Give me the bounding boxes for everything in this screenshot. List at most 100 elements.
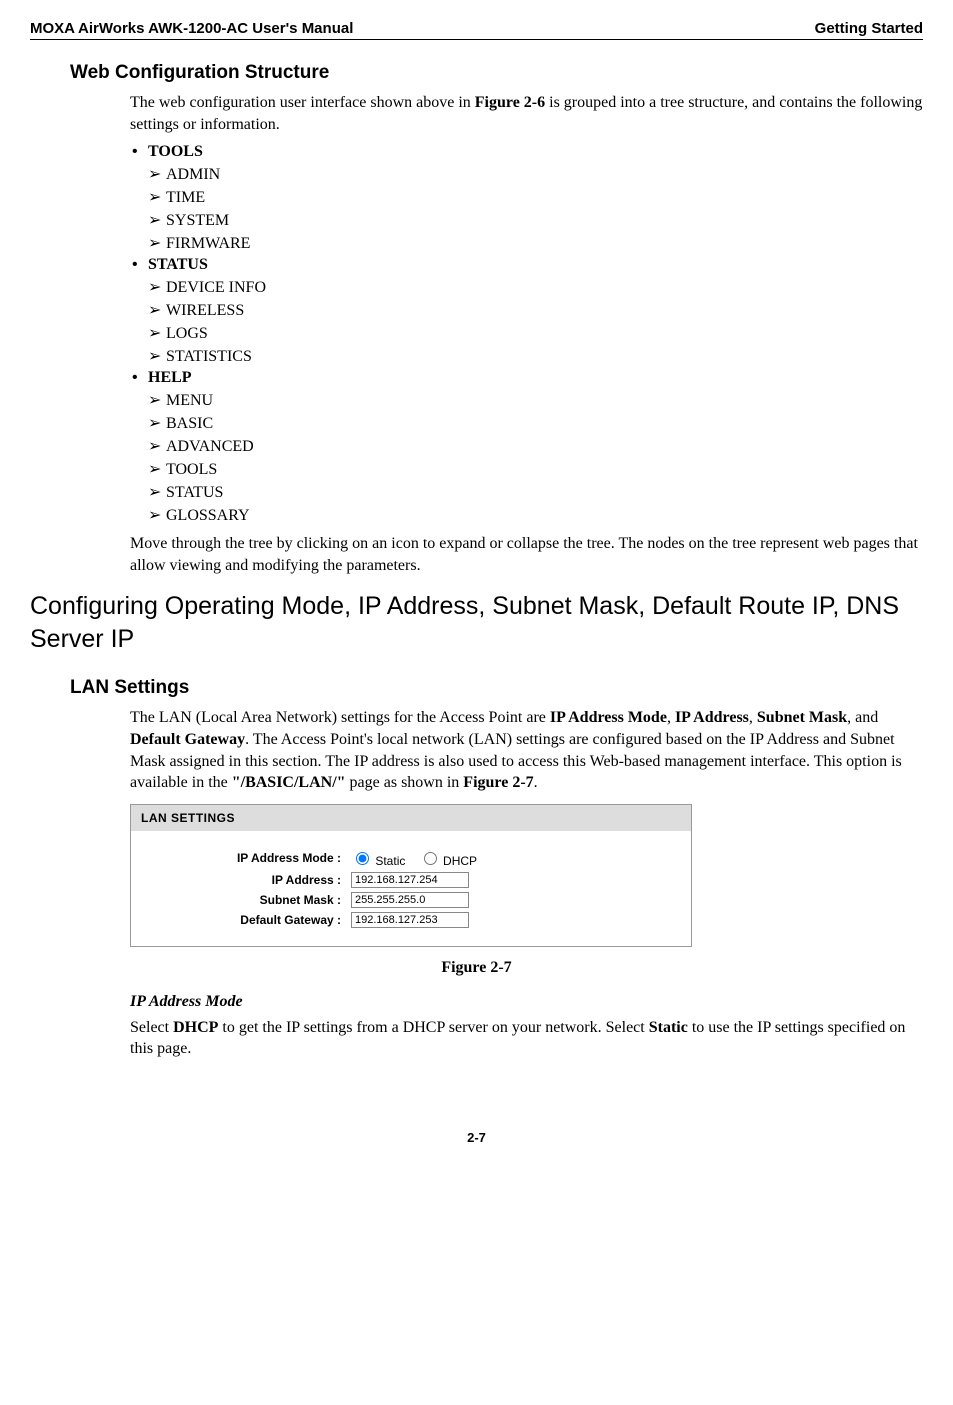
value-ip-address-mode: Static DHCP [351,849,487,868]
row-subnet-mask: Subnet Mask : [171,892,671,908]
chevron-right-icon: ➢ [148,277,166,297]
chevron-right-icon: ➢ [148,300,166,320]
term-default-gateway: Default Gateway [130,731,245,748]
radio-static[interactable] [356,852,369,865]
tree-item-label: FIRMWARE [166,235,250,252]
term-static: Static [649,1019,688,1036]
chevron-right-icon: ➢ [148,505,166,525]
lan-settings-title: LAN SETTINGS [131,805,691,831]
row-ip-address: IP Address : [171,872,671,888]
heading-configuring: Configuring Operating Mode, IP Address, … [30,590,923,655]
label-ip-address: IP Address : [171,873,351,887]
row-default-gateway: Default Gateway : [171,912,671,928]
tree-item: ➢FIRMWARE [148,233,923,253]
figure-caption: Figure 2-7 [30,959,923,977]
figure-ref: Figure 2-6 [475,94,545,111]
tree-item-label: GLOSSARY [166,507,250,524]
text: The LAN (Local Area Network) settings fo… [130,709,550,726]
tree-item: ➢LOGS [148,323,923,343]
chevron-right-icon: ➢ [148,164,166,184]
tree-group-label: HELP [148,369,192,386]
lan-settings-figure: LAN SETTINGS IP Address Mode : Static DH… [130,804,692,947]
tree-group: •STATUS➢DEVICE INFO➢WIRELESS➢LOGS➢STATIS… [130,256,923,366]
tree-item: ➢MENU [148,390,923,410]
tree-item-label: DEVICE INFO [166,279,266,296]
tree-group-label: STATUS [148,256,208,273]
label-subnet-mask: Subnet Mask : [171,893,351,907]
text: , [749,709,757,726]
chevron-right-icon: ➢ [148,390,166,410]
bullet-icon: • [130,256,148,274]
text: to get the IP settings from a DHCP serve… [218,1019,648,1036]
tree-group: •HELP➢MENU➢BASIC➢ADVANCED➢TOOLS➢STATUS➢G… [130,369,923,525]
text: Select [130,1019,173,1036]
tree-item: ➢WIRELESS [148,300,923,320]
page-number: 2-7 [30,1130,923,1145]
chevron-right-icon: ➢ [148,436,166,456]
text: , and [847,709,878,726]
text: . [534,774,538,791]
tree-item: ➢STATUS [148,482,923,502]
text: The web configuration user interface sho… [130,94,475,111]
text: , [667,709,675,726]
chevron-right-icon: ➢ [148,233,166,253]
tree-sublist: ➢MENU➢BASIC➢ADVANCED➢TOOLS➢STATUS➢GLOSSA… [148,390,923,525]
chevron-right-icon: ➢ [148,346,166,366]
chevron-right-icon: ➢ [148,459,166,479]
config-tree: •TOOLS➢ADMIN➢TIME➢SYSTEM➢FIRMWARE•STATUS… [130,143,923,525]
radio-static-text: Static [375,854,405,868]
tree-item: ➢TIME [148,187,923,207]
tree-item: ➢STATISTICS [148,346,923,366]
tree-item-label: BASIC [166,415,213,432]
tree-group: •TOOLS➢ADMIN➢TIME➢SYSTEM➢FIRMWARE [130,143,923,253]
chevron-right-icon: ➢ [148,482,166,502]
bullet-icon: • [130,143,148,161]
tree-item: ➢TOOLS [148,459,923,479]
tree-item: ➢ADVANCED [148,436,923,456]
label-default-gateway: Default Gateway : [171,913,351,927]
tree-item: ➢ADMIN [148,164,923,184]
input-default-gateway[interactable] [351,912,469,928]
tree-item: ➢SYSTEM [148,210,923,230]
tree-item: ➢GLOSSARY [148,505,923,525]
term-ip-address: IP Address [675,709,749,726]
paragraph-lan-desc: The LAN (Local Area Network) settings fo… [130,707,923,793]
tree-group-label: TOOLS [148,143,203,160]
tree-item: ➢DEVICE INFO [148,277,923,297]
input-ip-address[interactable] [351,872,469,888]
heading-web-config-structure: Web Configuration Structure [70,62,923,84]
paragraph-intro: The web configuration user interface sho… [130,92,923,135]
subheading-ip-address-mode: IP Address Mode [130,993,923,1011]
tree-item-label: WIRELESS [166,302,244,319]
tree-sublist: ➢ADMIN➢TIME➢SYSTEM➢FIRMWARE [148,164,923,253]
chevron-right-icon: ➢ [148,187,166,207]
tree-item-label: TIME [166,189,205,206]
radio-dhcp-label[interactable]: DHCP [419,854,477,868]
tree-item-label: STATUS [166,484,223,501]
row-ip-address-mode: IP Address Mode : Static DHCP [171,849,671,868]
chevron-right-icon: ➢ [148,323,166,343]
header-right: Getting Started [815,20,923,37]
term-ip-address-mode: IP Address Mode [550,709,667,726]
radio-dhcp[interactable] [424,852,437,865]
tree-item-label: ADMIN [166,166,220,183]
page-header: MOXA AirWorks AWK-1200-AC User's Manual … [30,20,923,40]
tree-item-label: LOGS [166,325,208,342]
term-subnet-mask: Subnet Mask [757,709,847,726]
figure-ref: Figure 2-7 [463,774,533,791]
term-dhcp: DHCP [173,1019,218,1036]
radio-dhcp-text: DHCP [443,854,477,868]
tree-item-label: ADVANCED [166,438,254,455]
radio-static-label[interactable]: Static [351,854,405,868]
text: page as shown in [346,774,464,791]
tree-item-label: TOOLS [166,461,217,478]
tree-item: ➢BASIC [148,413,923,433]
tree-item-label: STATISTICS [166,348,252,365]
tree-item-label: MENU [166,392,213,409]
header-left: MOXA AirWorks AWK-1200-AC User's Manual [30,20,353,37]
bullet-icon: • [130,369,148,387]
lan-settings-body: IP Address Mode : Static DHCP IP Address… [131,831,691,946]
paragraph-tree-nav: Move through the tree by clicking on an … [130,533,923,576]
input-subnet-mask[interactable] [351,892,469,908]
heading-lan-settings: LAN Settings [70,677,923,699]
